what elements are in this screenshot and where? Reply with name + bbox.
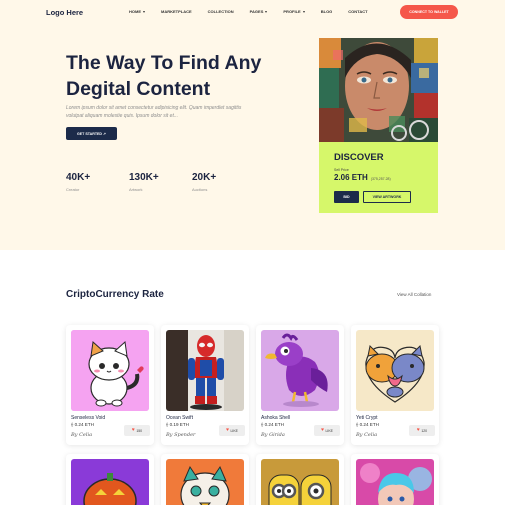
chevron-down-icon	[265, 10, 268, 13]
eth-icon: ⟠	[356, 422, 359, 427]
nav-marketplace[interactable]: MARKETPLACE	[161, 9, 192, 14]
stat-label: Auctions	[192, 187, 208, 192]
sell-price-label: Sell Price	[334, 168, 349, 172]
card-price: ⟠ 0.24 ETH	[71, 422, 94, 427]
featured-artwork-image[interactable]	[319, 38, 438, 142]
card-creator[interactable]: By Spender	[166, 432, 195, 438]
hero-title: The Way To Find Any Degital Content	[66, 50, 276, 102]
nft-card[interactable]	[66, 454, 154, 505]
nav-home[interactable]: HOME	[129, 9, 145, 14]
stat-artwork: 130K+ Artwork	[129, 172, 159, 192]
card-image[interactable]	[166, 330, 244, 411]
nft-card[interactable]	[351, 454, 439, 505]
stat-value: 20K+	[192, 172, 217, 183]
card-image[interactable]	[166, 459, 244, 505]
heart-icon: ♥	[321, 427, 325, 433]
card-price: ⟠ 0.19 ETH	[166, 422, 189, 427]
card-name: Ocean Swift	[166, 415, 193, 421]
card-creator[interactable]: By Celia	[71, 432, 92, 438]
card-price: ⟠ 0.24 ETH	[356, 422, 379, 427]
stat-value: 40K+	[66, 172, 91, 183]
section-title: CriptoCurrency Rate	[66, 289, 164, 300]
card-name: Ashoka Shell	[261, 415, 291, 421]
stat-auctions: 20K+ Auctions	[192, 172, 216, 192]
like-button[interactable]: ♥ LIKE	[314, 425, 340, 436]
nft-card[interactable]: Senseless Void ⟠ 0.24 ETH By Celia ♥ 150	[66, 325, 154, 445]
hero-title-line-2: Degital Content	[66, 78, 211, 100]
stat-label: Artwork	[129, 187, 143, 192]
hero-section: Logo Here HOME MARKETPLACE COLLECTION PA…	[0, 0, 505, 250]
card-name: Senseless Void	[71, 415, 106, 421]
like-button[interactable]: ♥ 120	[409, 425, 435, 436]
nav-pages[interactable]: PAGES	[250, 9, 268, 14]
nft-card[interactable]: Ocean Swift ⟠ 0.19 ETH By Spender ♥ LIKE	[161, 325, 249, 445]
card-image[interactable]	[261, 459, 339, 505]
like-button[interactable]: ♥ LIKE	[219, 425, 245, 436]
stat-creator: 40K+ Creator	[66, 172, 90, 192]
price-eth: 2.06 ETH	[334, 173, 368, 182]
sell-price: 2.06 ETH (375,257.28)	[334, 173, 391, 182]
card-price: ⟠ 0.24 ETH	[261, 422, 284, 427]
stat-value: 130K+	[129, 172, 159, 183]
nav-contact[interactable]: CONTACT	[348, 9, 367, 14]
card-image[interactable]	[71, 459, 149, 505]
card-image[interactable]	[356, 459, 434, 505]
card-image[interactable]	[356, 330, 434, 411]
logo[interactable]: Logo Here	[46, 8, 83, 17]
connect-wallet-button[interactable]: CONNECT TO WALLET	[400, 5, 458, 19]
nft-card[interactable]	[161, 454, 249, 505]
nav-collection[interactable]: COLLECTION	[208, 9, 234, 14]
card-image[interactable]	[261, 330, 339, 411]
discover-card[interactable]: DISCOVER Sell Price 2.06 ETH (375,257.28)…	[319, 38, 438, 213]
card-heading: DISCOVER	[334, 152, 384, 163]
hero-title-line-1: The Way To Find Any	[66, 52, 262, 74]
card-name: Yeti Crypt	[356, 415, 378, 421]
card-creator[interactable]: By Girida	[261, 432, 285, 438]
like-button[interactable]: ♥ 150	[124, 425, 150, 436]
main-nav: HOME MARKETPLACE COLLECTION PAGES PROFIL…	[129, 9, 384, 14]
chevron-down-icon	[143, 10, 145, 13]
nav-blog[interactable]: BLOG	[321, 9, 333, 14]
view-all-link[interactable]: View All Collation	[397, 292, 431, 297]
hero-description: Lorem ipsum dolor sit amet consectetur a…	[66, 105, 242, 119]
get-started-button[interactable]: GET STARTED ↗	[66, 127, 117, 140]
bid-button[interactable]: BID	[334, 191, 359, 203]
stat-label: Creator	[66, 187, 80, 192]
heart-icon: ♥	[131, 427, 135, 433]
card-creator[interactable]: By Celia	[356, 432, 377, 438]
nft-card[interactable]: Yeti Crypt ⟠ 0.24 ETH By Celia ♥ 120	[351, 325, 439, 445]
price-usd: (375,257.28)	[370, 177, 391, 181]
eth-icon: ⟠	[166, 422, 169, 427]
nav-profile[interactable]: PROFILE	[283, 9, 305, 14]
heart-icon: ♥	[226, 427, 230, 433]
chevron-down-icon	[302, 10, 305, 13]
nft-card[interactable]	[256, 454, 344, 505]
view-artwork-button[interactable]: VIEW ARTWORK	[363, 191, 411, 203]
nft-card[interactable]: Ashoka Shell ⟠ 0.24 ETH By Girida ♥ LIKE	[256, 325, 344, 445]
eth-icon: ⟠	[261, 422, 264, 427]
heart-icon: ♥	[416, 427, 420, 433]
eth-icon: ⟠	[71, 422, 74, 427]
card-image[interactable]	[71, 330, 149, 411]
